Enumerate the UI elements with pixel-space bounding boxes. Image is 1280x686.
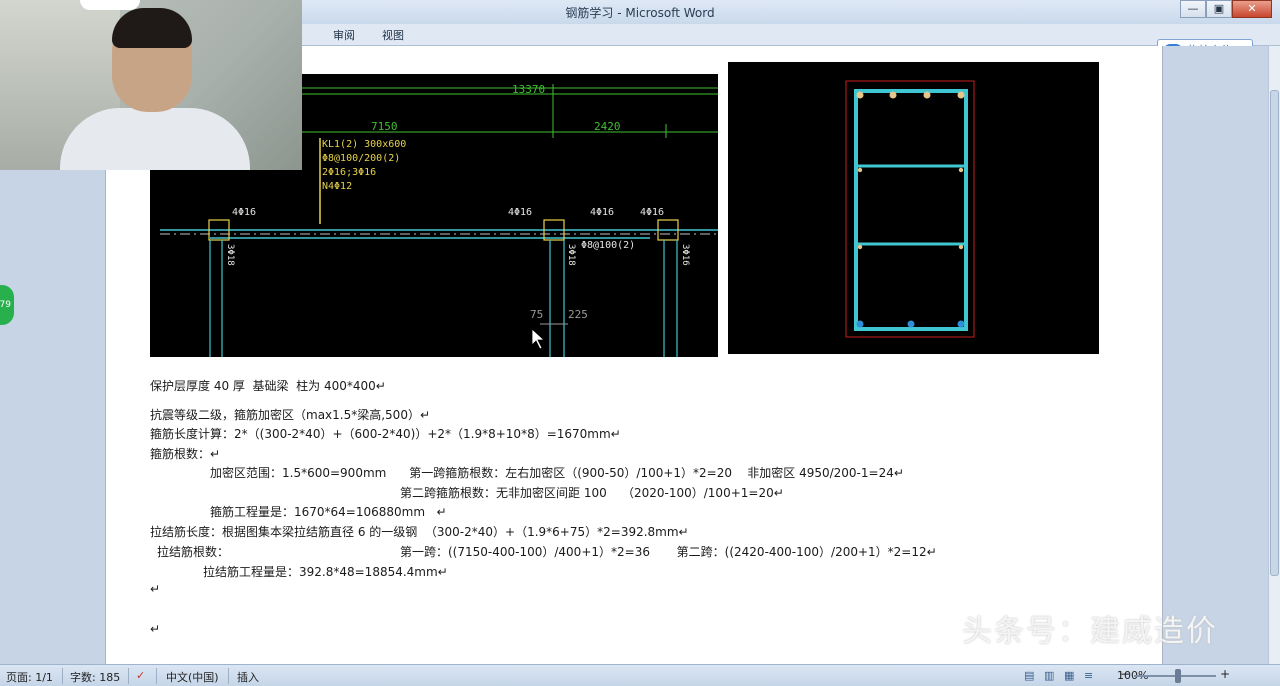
- presenter-webcam: [0, 0, 302, 170]
- dim-total: 13370: [512, 83, 545, 96]
- doc-line-4: 箍筋根数：↵: [150, 447, 221, 461]
- print-layout-icon[interactable]: ▤: [1024, 669, 1034, 682]
- tab-view[interactable]: 视图: [382, 27, 404, 43]
- insert-mode[interactable]: 插入: [237, 669, 259, 685]
- dim-span1: 7150: [371, 120, 398, 133]
- top-bar-4: 4Φ16: [640, 207, 664, 218]
- page-count[interactable]: 页面: 1/1: [6, 669, 53, 685]
- tab-review[interactable]: 审阅: [333, 27, 355, 43]
- doc-line-2: 抗震等级二级，箍筋加密区（max1.5*梁高,500）↵: [150, 408, 431, 422]
- status-bar: 页面: 1/1 字数: 185 ✓ 中文(中国) 插入 ▤ ▥ ▦ ≡ 100%…: [0, 664, 1280, 686]
- side-badge[interactable]: 79: [0, 285, 14, 325]
- section-drawing: [845, 80, 975, 338]
- top-bar-2: 4Φ16: [508, 207, 532, 218]
- side-bar-3: 3Φ16: [680, 244, 690, 266]
- dim-span2: 2420: [594, 120, 621, 133]
- doc-line-1: 保护层厚度 40 厚 基础梁 柱为 400*400↵: [150, 379, 386, 393]
- dim-75: 75: [530, 308, 543, 321]
- language-status[interactable]: 中文(中国): [166, 669, 219, 685]
- stirrup-note: Φ8@100(2): [581, 240, 635, 251]
- beam-label-3: 2Φ16;3Φ16: [322, 167, 376, 178]
- doc-line-3: 箍筋长度计算：2*（(300-2*40）+（600-2*40)）+2*（1.9*…: [150, 427, 621, 441]
- beam-label-2: Φ8@100/200(2): [322, 153, 400, 164]
- dim-225: 225: [568, 308, 588, 321]
- restore-button[interactable]: ▣: [1206, 0, 1232, 18]
- zoom-slider[interactable]: − +: [1120, 667, 1230, 683]
- top-bar-1: 4Φ16: [232, 207, 256, 218]
- beam-label-1: KL1(2) 300x600: [322, 139, 406, 150]
- side-bar-1: 3Φ18: [225, 244, 235, 266]
- doc-line-12: ↵: [150, 582, 161, 596]
- scroll-thumb[interactable]: [1270, 90, 1279, 576]
- cad-beam-section: [728, 62, 1099, 354]
- doc-line-5: 加密区范围：1.5*600=900mm 第一跨箍筋根数：左右加密区（(900-5…: [210, 466, 904, 480]
- doc-line-10: 第一跨：((7150-400-100）/400+1）*2=36 第二跨：((24…: [400, 545, 937, 559]
- side-bar-2: 3Φ18: [566, 244, 576, 266]
- beam-label-4: N4Φ12: [322, 181, 352, 192]
- proofing-icon[interactable]: ✓: [136, 669, 145, 682]
- vertical-scrollbar[interactable]: [1268, 46, 1280, 664]
- doc-line-9: 拉结筋根数：: [157, 545, 230, 559]
- zoom-knob[interactable]: [1175, 669, 1181, 683]
- minimize-button[interactable]: —: [1180, 0, 1206, 18]
- reading-view-icon[interactable]: ▥: [1044, 669, 1054, 682]
- doc-line-11: 拉结筋工程量是：392.8*48=18854.4mm↵: [203, 565, 448, 579]
- doc-line-13: ↵: [150, 622, 161, 636]
- word-count[interactable]: 字数: 185: [70, 669, 120, 685]
- doc-line-6: 第二跨箍筋根数：无非加密区间距 100 （2020-100）/100+1=20↵: [400, 486, 784, 500]
- web-layout-icon[interactable]: ▦: [1064, 669, 1074, 682]
- close-button[interactable]: ✕: [1232, 0, 1272, 18]
- doc-line-8: 拉结筋长度：根据图集本梁拉结筋直径 6 的一级钢 （300-2*40）+（1.9…: [150, 525, 689, 539]
- doc-line-7: 箍筋工程量是：1670*64=106880mm ↵: [210, 505, 447, 519]
- mouse-cursor-icon: [531, 328, 546, 350]
- watermark: 头条号：建威造价: [962, 614, 1218, 649]
- top-bar-3: 4Φ16: [590, 207, 614, 218]
- outline-icon[interactable]: ≡: [1084, 669, 1093, 682]
